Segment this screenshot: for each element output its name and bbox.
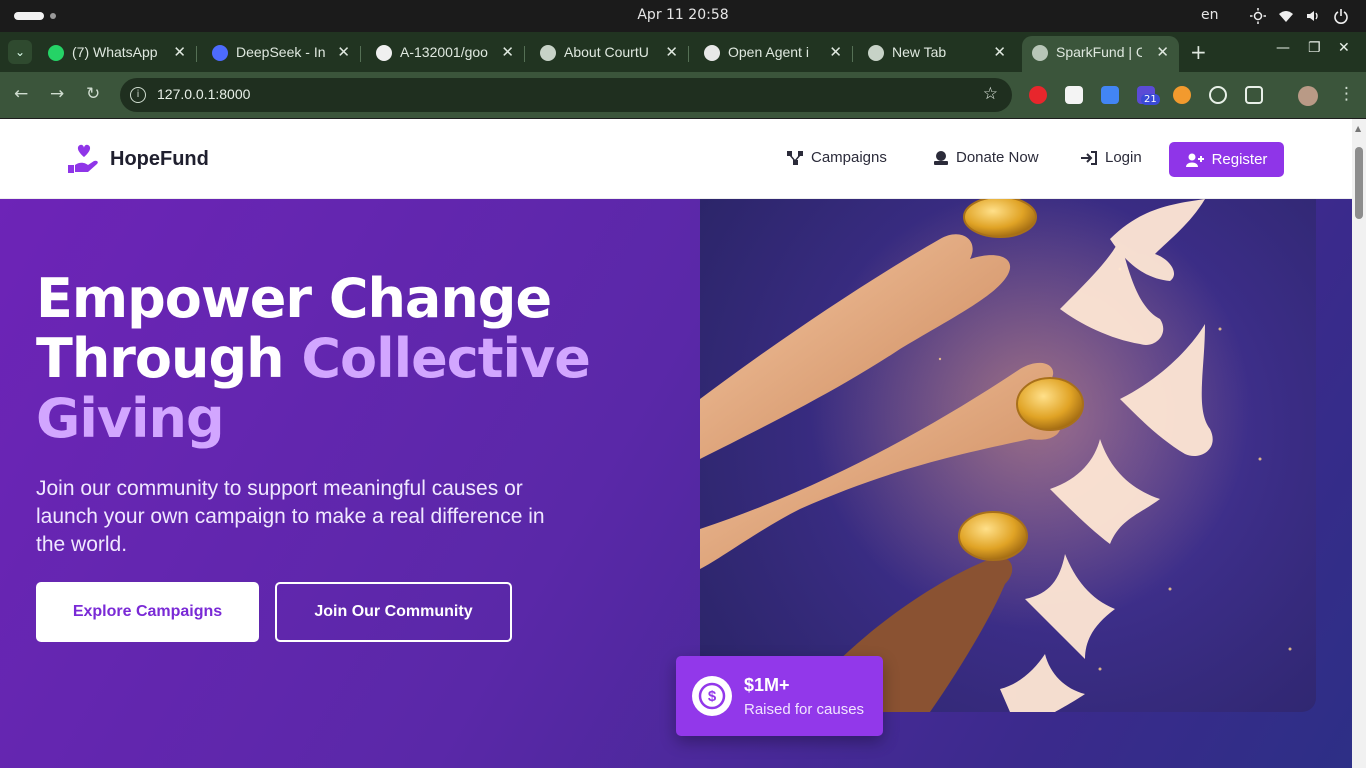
volume-icon[interactable] [1305, 8, 1321, 24]
heart-hand-icon [68, 144, 98, 173]
tab-whatsapp[interactable]: (7) WhatsApp ✕ [38, 36, 197, 72]
close-tab-icon[interactable]: ✕ [1156, 43, 1169, 61]
join-community-button[interactable]: Join Our Community [275, 582, 512, 642]
os-top-bar: Apr 11 20:58 en [0, 0, 1366, 32]
tab-github[interactable]: A-132001/goo ✕ [366, 36, 525, 72]
tab-new-tab[interactable]: New Tab ✕ [858, 36, 1016, 72]
whatsapp-icon [48, 45, 64, 61]
brightness-icon[interactable] [1250, 8, 1266, 24]
url-text[interactable]: 127.0.0.1:8000 [157, 86, 250, 102]
deepseek-icon [212, 45, 228, 61]
scroll-up-arrow[interactable]: ▲ [1355, 124, 1361, 133]
maximize-button[interactable]: ❐ [1308, 40, 1321, 56]
donate-icon [934, 151, 948, 165]
nav-login[interactable]: Login [1081, 149, 1142, 166]
forward-button[interactable]: → [50, 84, 64, 104]
minimize-button[interactable]: — [1276, 40, 1290, 56]
address-bar[interactable]: i 127.0.0.1:8000 ☆ [120, 78, 1012, 112]
site-info-icon[interactable]: i [130, 87, 146, 103]
globe-icon [540, 45, 556, 61]
nav-donate-now[interactable]: Donate Now [934, 149, 1039, 166]
extension-badge: 21 [1141, 94, 1160, 105]
tab-deepseek[interactable]: DeepSeek - In ✕ [202, 36, 361, 72]
extension-notion-icon[interactable] [1065, 86, 1083, 104]
explore-campaigns-button[interactable]: Explore Campaigns [36, 582, 259, 642]
browser-menu-icon[interactable]: ⋮ [1338, 84, 1355, 104]
close-tab-icon[interactable]: ✕ [173, 43, 186, 61]
new-tab-button[interactable]: + [1190, 40, 1207, 64]
hero-heading: Empower Change Through Collective Giving [36, 267, 591, 450]
close-tab-icon[interactable]: ✕ [829, 43, 842, 61]
tab-sparkfund[interactable]: SparkFund | C ✕ [1022, 36, 1179, 72]
user-plus-icon [1185, 153, 1204, 167]
close-window-button[interactable]: ✕ [1338, 40, 1350, 56]
openai-icon [704, 45, 720, 61]
hands-coins-doves-illustration [700, 199, 1292, 712]
funds-raised-card: $ $1M+ Raised for causes [676, 656, 883, 736]
svg-text:$: $ [708, 688, 717, 705]
github-icon [376, 45, 392, 61]
back-button[interactable]: ← [14, 84, 28, 104]
bookmark-star-icon[interactable]: ☆ [983, 84, 998, 104]
scrollbar-thumb[interactable] [1355, 147, 1363, 219]
globe-icon [1032, 45, 1048, 61]
reload-button[interactable]: ↻ [86, 84, 100, 104]
profile-avatar[interactable] [1298, 86, 1318, 106]
extensions-puzzle-icon[interactable] [1245, 86, 1263, 104]
extension-red-icon[interactable] [1029, 86, 1047, 104]
hero-section: Empower Change Through Collective Giving… [0, 199, 1352, 768]
tab-courtu[interactable]: About CourtU ✕ [530, 36, 689, 72]
keyboard-layout[interactable]: en [1201, 7, 1219, 23]
tab-open-agent[interactable]: Open Agent i ✕ [694, 36, 853, 72]
nav-campaigns[interactable]: Campaigns [787, 149, 887, 166]
tab-search-button[interactable]: ⌄ [8, 40, 32, 64]
close-tab-icon[interactable]: ✕ [665, 43, 678, 61]
chrome-icon [868, 45, 884, 61]
dollar-circle-icon: $ [692, 676, 732, 716]
hero-illustration [700, 199, 1316, 712]
login-icon [1081, 150, 1097, 165]
page-scrollbar[interactable]: ▲ [1352, 119, 1366, 768]
site-logo[interactable]: HopeFund [66, 143, 209, 175]
power-icon[interactable] [1333, 8, 1349, 24]
browser-toolbar: ← → ↻ i 127.0.0.1:8000 ☆ ⋮ [0, 72, 1366, 118]
funds-raised-label: Raised for causes [744, 701, 865, 718]
close-tab-icon[interactable]: ✕ [993, 43, 1006, 61]
close-tab-icon[interactable]: ✕ [501, 43, 514, 61]
register-button[interactable]: Register [1169, 142, 1284, 177]
clock[interactable]: Apr 11 20:58 [0, 7, 1366, 23]
brand-name: HopeFund [110, 147, 209, 170]
web-page: HopeFund Campaigns Donate Now Login Regi… [0, 119, 1352, 768]
wifi-icon[interactable] [1278, 8, 1294, 24]
site-navbar: HopeFund Campaigns Donate Now Login Regi… [0, 119, 1352, 199]
google-translate-icon[interactable] [1101, 86, 1119, 104]
alarm-clock-icon[interactable] [1173, 86, 1191, 104]
network-icon [787, 150, 803, 165]
hero-subtitle: Join our community to support meaningful… [36, 477, 545, 556]
funds-raised-value: $1M+ [744, 675, 790, 695]
close-tab-icon[interactable]: ✕ [337, 43, 350, 61]
react-devtools-icon[interactable] [1209, 86, 1227, 104]
